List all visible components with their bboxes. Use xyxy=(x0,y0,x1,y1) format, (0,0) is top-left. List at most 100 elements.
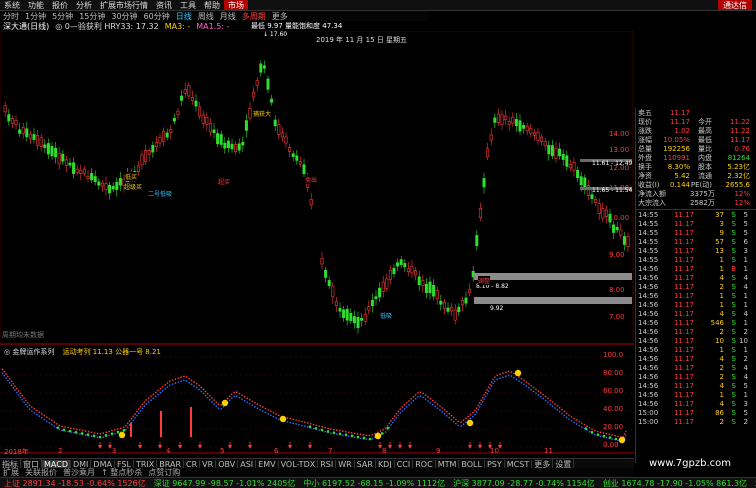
trade-row[interactable]: 14:5611.1710S10 xyxy=(636,336,756,345)
period-more[interactable]: 更多 xyxy=(269,11,291,21)
lower-tab[interactable]: 扩展 xyxy=(0,468,22,477)
lower-tab[interactable]: 点赞订购 xyxy=(145,468,183,477)
trade-row[interactable]: 14:5611.174S2 xyxy=(636,354,756,363)
trade-row[interactable]: 15:0011.172S2 xyxy=(636,417,756,426)
trade-row[interactable]: 14:5511.1757S6 xyxy=(636,237,756,246)
kline-chart[interactable] xyxy=(0,31,634,455)
lower-tab[interactable]: 关联报价 xyxy=(22,468,60,477)
chart-annotation: 调整 xyxy=(478,276,490,285)
sub-tick-label: 40.00 xyxy=(603,405,623,413)
menu-item-news[interactable]: 资讯 xyxy=(152,0,176,11)
trade-row[interactable]: 14:5611.172S4 xyxy=(636,282,756,291)
signal-bar xyxy=(190,407,192,437)
candle-body xyxy=(540,137,542,141)
menu-item-analysis[interactable]: 分析 xyxy=(72,0,96,11)
candle-body xyxy=(375,297,377,299)
trade-row[interactable]: 14:5611.174S3 xyxy=(636,399,756,408)
menu-item-extended-market[interactable]: 扩展市场行情 xyxy=(96,0,152,11)
candle-body xyxy=(382,282,384,291)
chart-area[interactable]: 周期均未数据 ◎ 金牌运作系列 运动考列 11.13 公器一号 8.21 14.… xyxy=(0,31,634,455)
indicator-dot xyxy=(615,438,618,441)
indicator-lines xyxy=(2,369,626,442)
trade-row[interactable]: 14:5511.179S5 xyxy=(636,228,756,237)
period-30min[interactable]: 30分钟 xyxy=(108,11,140,21)
trade-price: 11.17 xyxy=(666,355,694,363)
quote-value: 12% xyxy=(712,199,750,207)
period-5min[interactable]: 5分钟 xyxy=(49,11,76,21)
trade-row[interactable]: 14:5511.1737S5 xyxy=(636,210,756,219)
period-monthly[interactable]: 月线 xyxy=(217,11,239,21)
candle-body xyxy=(249,108,251,118)
trade-row[interactable]: 14:5511.171S1 xyxy=(636,255,756,264)
period-15min[interactable]: 15分钟 xyxy=(76,11,108,21)
quote-value: 11.22 xyxy=(712,118,750,126)
index-quote[interactable]: 深证 9647.99 -98.57 -1.01% 2405亿 xyxy=(150,478,300,488)
menu-item-function[interactable]: 功能 xyxy=(24,0,48,11)
trade-price: 11.17 xyxy=(666,229,694,237)
period-daily[interactable]: 日线 xyxy=(173,11,195,21)
trade-row[interactable]: 14:5511.1713S3 xyxy=(636,246,756,255)
candle-body xyxy=(476,235,478,245)
lower-tab[interactable]: 普沙乘月 xyxy=(60,468,98,477)
candle-body xyxy=(512,117,514,123)
trade-count: 5 xyxy=(736,229,748,237)
trade-row[interactable]: 14:5611.171S1 xyxy=(636,300,756,309)
index-quote[interactable]: 沪深 3877.09 -28.77 -0.74% 1154亿 xyxy=(449,478,599,488)
trade-row[interactable]: 14:5611.171S1 xyxy=(636,291,756,300)
lower-tab[interactable]: ↑ 整点秒杀 xyxy=(98,468,145,477)
trade-volume: 2 xyxy=(694,364,724,372)
trade-row[interactable]: 14:5611.172S4 xyxy=(636,372,756,381)
candle-body xyxy=(544,141,546,145)
trade-row[interactable]: 14:5611.17546S1 xyxy=(636,318,756,327)
chart-annotation: 超买 xyxy=(218,177,230,186)
trade-row[interactable]: 14:5611.172S4 xyxy=(636,363,756,372)
date-label: 2019 年 11 月 15 日 星期五 xyxy=(316,35,407,45)
quote-label: 大宗流入 xyxy=(638,198,659,208)
menu-item-help[interactable]: 帮助 xyxy=(200,0,224,11)
candle-body xyxy=(36,135,38,145)
trade-row[interactable]: 14:5611.171S1 xyxy=(636,390,756,399)
candle-body xyxy=(576,170,578,177)
trade-count: 2 xyxy=(736,418,748,426)
time-tick-label: 9 xyxy=(436,447,440,455)
trade-count: 1 xyxy=(736,256,748,264)
trade-row[interactable]: 14:5611.174S4 xyxy=(636,309,756,318)
trade-row[interactable]: 14:5611.171S1 xyxy=(636,345,756,354)
candle-body xyxy=(155,143,157,147)
period-1min[interactable]: 1分钟 xyxy=(22,11,49,21)
index-quote[interactable]: 中小 6197.52 -68.15 -1.09% 1112亿 xyxy=(299,478,449,488)
indicator-line-red xyxy=(2,369,626,438)
candle-body xyxy=(465,298,467,303)
period-weekly[interactable]: 周线 xyxy=(195,11,217,21)
trade-time: 14:56 xyxy=(638,310,666,318)
trade-side: S xyxy=(724,310,736,318)
candle-body xyxy=(33,134,35,139)
trade-row[interactable]: 15:0011.1786S5 xyxy=(636,408,756,417)
menu-item-market[interactable]: 市场 xyxy=(224,0,248,11)
trade-list[interactable]: 14:5511.1737S514:5511.173S514:5511.179S5… xyxy=(636,209,756,426)
candle-body xyxy=(407,269,409,272)
trade-side: S xyxy=(724,346,736,354)
menu-item-quote[interactable]: 报价 xyxy=(48,0,72,11)
trade-count: 5 xyxy=(736,220,748,228)
candle-body xyxy=(584,178,586,188)
trade-row[interactable]: 14:5611.172S2 xyxy=(636,327,756,336)
trade-row[interactable]: 14:5611.171B1 xyxy=(636,264,756,273)
indicator-dot xyxy=(363,437,366,440)
candle-body xyxy=(198,107,200,116)
menu-item-system[interactable]: 系统 xyxy=(0,0,24,11)
index-quote[interactable]: 北京行情主站I xyxy=(751,478,756,488)
menu-item-tools[interactable]: 工具 xyxy=(176,0,200,11)
period-timeshare[interactable]: 分时 xyxy=(0,11,22,21)
candle-body xyxy=(177,111,179,114)
candle-body xyxy=(112,186,114,189)
trade-count: 6 xyxy=(736,238,748,246)
trade-row[interactable]: 14:5611.174S4 xyxy=(636,273,756,282)
period-60min[interactable]: 60分钟 xyxy=(141,11,173,21)
index-quote[interactable]: 上证 2891.34 -18.53 -0.64% 1526亿 xyxy=(0,478,150,488)
login-button[interactable]: 通达信 xyxy=(718,0,752,11)
period-multi[interactable]: 多周期 xyxy=(239,11,269,21)
trade-row[interactable]: 14:5611.174S5 xyxy=(636,381,756,390)
index-quote[interactable]: 创业 1674.78 -17.90 -1.05% 861.3亿 xyxy=(599,478,751,488)
trade-row[interactable]: 14:5511.173S5 xyxy=(636,219,756,228)
